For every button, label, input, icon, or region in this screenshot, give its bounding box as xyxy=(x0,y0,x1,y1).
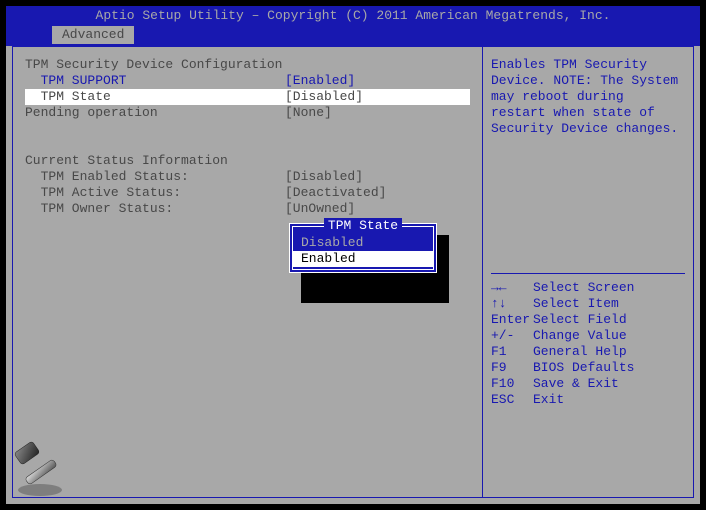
tpm-state-label: TPM State xyxy=(25,89,285,105)
item-tpm-support[interactable]: TPM SUPPORT [Enabled] xyxy=(25,73,470,89)
key-select-screen: →←Select Screen xyxy=(491,280,685,296)
tab-row: Advanced xyxy=(6,26,700,46)
section-header-text: TPM Security Device Configuration xyxy=(25,57,285,73)
key-select-item: ↑↓Select Item xyxy=(491,296,685,312)
key-legend: →←Select Screen ↑↓Select Item EnterSelec… xyxy=(491,280,685,408)
key-bios-defaults: F9BIOS Defaults xyxy=(491,360,685,376)
status-owner: TPM Owner Status: [UnOwned] xyxy=(25,201,470,217)
popup-option-enabled[interactable]: Enabled xyxy=(293,251,433,267)
section-header: TPM Security Device Configuration xyxy=(25,57,470,73)
tpm-state-value: [Disabled] xyxy=(285,89,470,105)
popup-title: TPM State xyxy=(293,219,433,235)
status-header: Current Status Information xyxy=(25,153,470,169)
pending-op-value: [None] xyxy=(285,105,470,121)
status-header-text: Current Status Information xyxy=(25,153,285,169)
item-pending-operation[interactable]: Pending operation [None] xyxy=(25,105,470,121)
help-text: Enables TPM Security Device. NOTE: The S… xyxy=(491,57,685,137)
right-panel: Enables TPM Security Device. NOTE: The S… xyxy=(483,47,693,497)
hammer-icon xyxy=(12,438,72,498)
status-enabled-label: TPM Enabled Status: xyxy=(25,169,285,185)
key-change-value: +/-Change Value xyxy=(491,328,685,344)
status-owner-value: [UnOwned] xyxy=(285,201,470,217)
left-panel: TPM Security Device Configuration TPM SU… xyxy=(13,47,483,497)
key-general-help: F1General Help xyxy=(491,344,685,360)
status-enabled: TPM Enabled Status: [Disabled] xyxy=(25,169,470,185)
help-divider xyxy=(491,273,685,274)
tpm-support-value: [Enabled] xyxy=(285,73,470,89)
main-frame: TPM Security Device Configuration TPM SU… xyxy=(12,46,694,498)
pending-op-label: Pending operation xyxy=(25,105,285,121)
key-save-exit: F10Save & Exit xyxy=(491,376,685,392)
item-tpm-state[interactable]: TPM State [Disabled] xyxy=(25,89,470,105)
tpm-support-label: TPM SUPPORT xyxy=(25,73,285,89)
status-active-value: [Deactivated] xyxy=(285,185,470,201)
title-bar: Aptio Setup Utility – Copyright (C) 2011… xyxy=(6,6,700,26)
popup-tpm-state[interactable]: TPM State Disabled Enabled xyxy=(289,223,437,273)
popup-option-disabled[interactable]: Disabled xyxy=(293,235,433,251)
status-active: TPM Active Status: [Deactivated] xyxy=(25,185,470,201)
key-select-field: EnterSelect Field xyxy=(491,312,685,328)
status-active-label: TPM Active Status: xyxy=(25,185,285,201)
key-exit: ESCExit xyxy=(491,392,685,408)
tab-advanced[interactable]: Advanced xyxy=(52,26,134,44)
status-owner-label: TPM Owner Status: xyxy=(25,201,285,217)
bios-window: Aptio Setup Utility – Copyright (C) 2011… xyxy=(6,6,700,504)
status-enabled-value: [Disabled] xyxy=(285,169,470,185)
